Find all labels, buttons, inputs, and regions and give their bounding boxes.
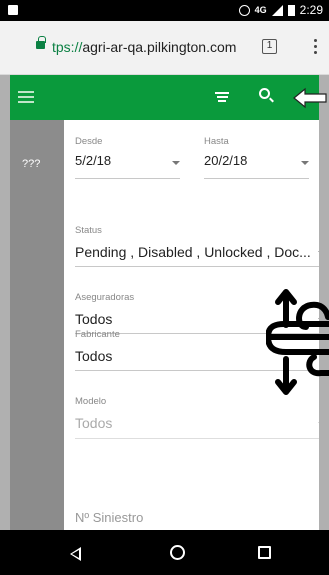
- back-icon[interactable]: [70, 547, 81, 561]
- lock-icon[interactable]: [36, 36, 46, 49]
- recents-icon[interactable]: [258, 546, 271, 559]
- system-nav-bar: [0, 530, 329, 575]
- filter-icon[interactable]: [215, 92, 229, 102]
- gesture-icon: [266, 289, 329, 395]
- chevron-down-icon[interactable]: [318, 251, 319, 255]
- battery-icon: [287, 4, 295, 16]
- status-label: Status: [75, 225, 102, 236]
- url-scheme: tps://: [52, 39, 83, 55]
- network-type: 4G: [254, 5, 267, 15]
- signal-icon: [271, 4, 283, 16]
- chevron-down-icon[interactable]: [301, 161, 309, 165]
- search-icon[interactable]: [259, 88, 270, 99]
- chevron-down-icon[interactable]: [172, 161, 180, 165]
- left-edge: [0, 0, 10, 575]
- status-bar: 4G 2:29: [0, 0, 329, 21]
- screen: 4G 2:29 tps://agri-ar-qa.pilkington.com …: [0, 0, 329, 575]
- status-icons: 4G 2:29: [238, 3, 323, 17]
- tab-switcher-icon[interactable]: 1: [262, 39, 277, 54]
- app-header: [10, 75, 327, 120]
- fabricante-label: Fabricante: [75, 329, 120, 340]
- menu-icon[interactable]: [18, 91, 34, 103]
- fabricante-value[interactable]: Todos: [75, 348, 112, 364]
- status-value[interactable]: Pending , Disabled , Unlocked , Doc...: [75, 244, 311, 260]
- chevron-down-icon[interactable]: [318, 422, 319, 426]
- hasta-label: Hasta: [204, 136, 229, 147]
- overflow-menu-icon[interactable]: [314, 39, 318, 55]
- aseguradoras-label: Aseguradoras: [75, 292, 135, 303]
- browser-toolbar: tps://agri-ar-qa.pilkington.com 1: [0, 21, 329, 75]
- modelo-underline: [75, 438, 319, 439]
- desde-value[interactable]: 5/2/18: [75, 153, 111, 168]
- clock: 2:29: [299, 3, 323, 17]
- desde-underline: [75, 178, 180, 179]
- sidebar: ???: [10, 120, 64, 530]
- desde-label: Desde: [75, 136, 103, 147]
- modelo-value[interactable]: Todos: [75, 415, 112, 431]
- aseguradoras-value[interactable]: Todos: [75, 311, 112, 327]
- siniestro-input[interactable]: Nº Siniestro: [75, 510, 143, 525]
- hasta-value[interactable]: 20/2/18: [204, 153, 247, 168]
- modelo-label: Modelo: [75, 396, 107, 407]
- sidebar-text: ???: [22, 158, 41, 170]
- image-notification-icon: [8, 5, 18, 15]
- address-bar[interactable]: tps://agri-ar-qa.pilkington.com: [52, 39, 236, 55]
- hasta-underline: [204, 178, 309, 179]
- arrow-left-icon[interactable]: [292, 87, 328, 109]
- url-host: agri-ar-qa.pilkington.com: [82, 39, 237, 55]
- home-icon[interactable]: [170, 545, 185, 560]
- status-underline: [75, 266, 319, 267]
- alarm-icon: [238, 4, 250, 16]
